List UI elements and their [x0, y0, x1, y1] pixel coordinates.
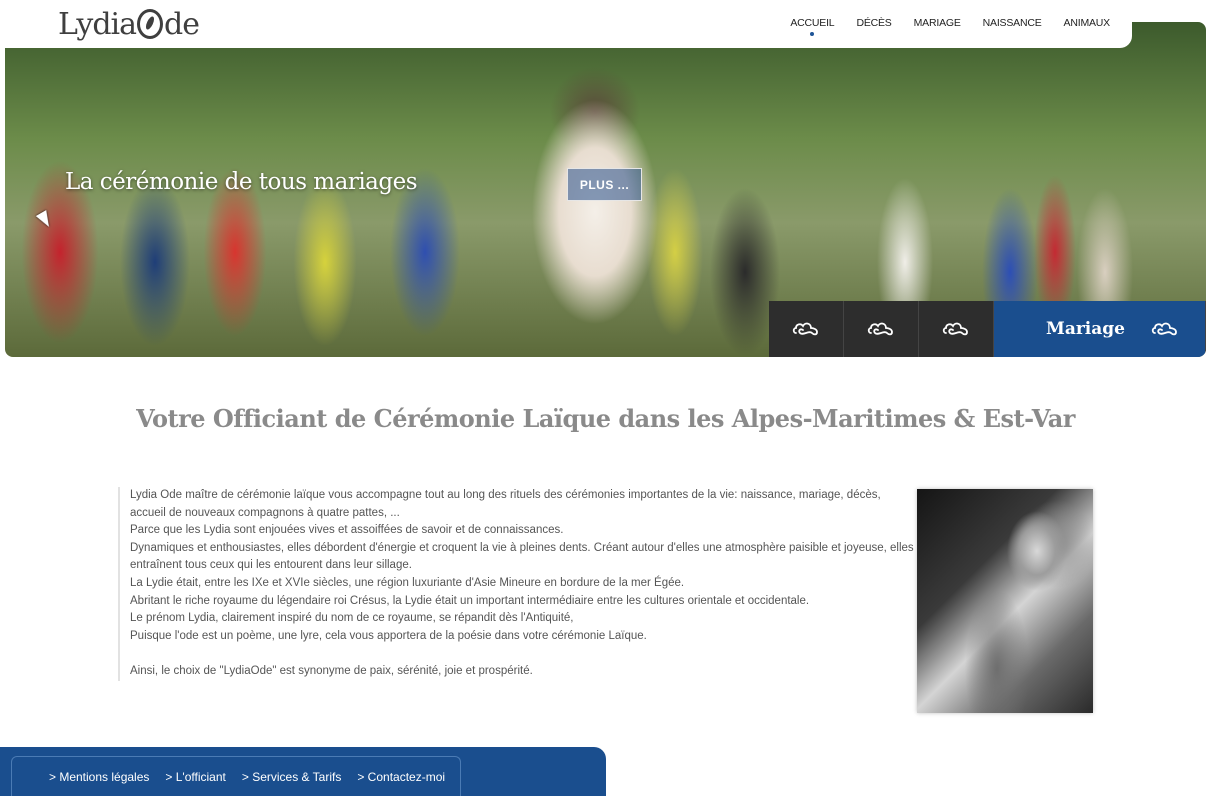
paragraph: La Lydie était, entre les IXe et XVIe si… — [130, 576, 685, 589]
site-header: Lydia de ACCUEIL DÉCÈS MARIAGE NAISSANCE … — [0, 0, 1132, 48]
nav-item-accueil[interactable]: ACCUEIL — [790, 17, 835, 36]
footer-links: > Mentions légales > L'officiant > Servi… — [11, 756, 461, 796]
footer-link-officiant[interactable]: > L'officiant — [165, 770, 225, 784]
cloud-infinity-icon — [792, 322, 818, 336]
nav-item-mariage[interactable]: MARIAGE — [914, 17, 961, 29]
footer-link-services[interactable]: > Services & Tarifs — [242, 770, 341, 784]
cloud-infinity-icon — [867, 322, 893, 336]
nav-item-animaux[interactable]: ANIMAUX — [1064, 17, 1111, 29]
nav-item-deces[interactable]: DÉCÈS — [856, 17, 891, 29]
cloud-infinity-icon — [942, 322, 968, 336]
paragraph: Ainsi, le choix de "LydiaOde" est synony… — [130, 664, 533, 677]
slider-slot-active[interactable]: Mariage — [994, 301, 1206, 357]
paragraph: Puisque l'ode est un poème, une lyre, ce… — [130, 629, 647, 642]
hero-title: La cérémonie de tous mariages — [65, 169, 418, 195]
portrait-photo — [917, 489, 1093, 713]
hero-slider: La cérémonie de tous mariages PLUS ... M… — [5, 22, 1206, 357]
site-logo[interactable]: Lydia de — [58, 7, 200, 42]
logo-o-icon — [137, 9, 164, 39]
footer-link-mentions[interactable]: > Mentions légales — [49, 770, 149, 784]
footer-bar: > Mentions légales > L'officiant > Servi… — [0, 747, 606, 796]
slider-nav: Mariage — [769, 301, 1206, 357]
slider-slot-3[interactable] — [919, 301, 994, 357]
main-nav: ACCUEIL DÉCÈS MARIAGE NAISSANCE ANIMAUX — [790, 17, 1111, 36]
plus-button[interactable]: PLUS ... — [567, 168, 642, 201]
paragraph: Parce que les Lydia sont enjouées vives … — [130, 524, 564, 537]
intro-text: Lydia Ode maître de cérémonie laïque vou… — [118, 487, 918, 681]
slider-slot-2[interactable] — [844, 301, 919, 357]
paragraph: Abritant le riche royaume du légendaire … — [130, 594, 810, 607]
slider-slot-1[interactable] — [769, 301, 844, 357]
logo-text-end: de — [164, 7, 200, 42]
paragraph: Le prénom Lydia, clairement inspiré du n… — [130, 612, 574, 625]
footer-link-contact[interactable]: > Contactez-moi — [357, 770, 445, 784]
cloud-infinity-icon — [1151, 322, 1177, 336]
page-title: Votre Officiant de Cérémonie Laïque dans… — [136, 404, 1075, 433]
logo-text-start: Lydia — [58, 7, 137, 42]
slider-active-label: Mariage — [1046, 319, 1125, 339]
nav-item-naissance[interactable]: NAISSANCE — [983, 17, 1042, 29]
paragraph: Dynamiques et enthousiastes, elles débor… — [130, 541, 914, 572]
paragraph-spacer — [130, 645, 918, 663]
paragraph: Lydia Ode maître de cérémonie laïque vou… — [130, 489, 881, 519]
